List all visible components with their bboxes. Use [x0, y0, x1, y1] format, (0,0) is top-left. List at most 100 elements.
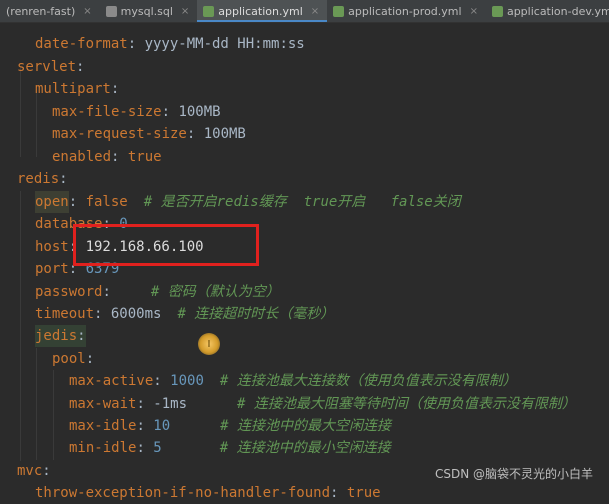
yaml-value: 5 [153, 440, 162, 456]
yaml-key: date-format [35, 36, 128, 52]
yaml-sep: : [110, 81, 120, 97]
yaml-value: true [346, 485, 381, 501]
yaml-comment: # 连接池最大连接数（使用负值表示没有限制） [219, 373, 517, 389]
yaml-key: min-idle [69, 440, 137, 456]
yaml-sep: : [76, 59, 85, 75]
yaml-key: password [35, 284, 103, 300]
code-line: redis: [17, 168, 68, 190]
yaml-sep: : [102, 284, 111, 300]
indent-guide [36, 348, 37, 460]
yaml-key: mvc [17, 463, 43, 479]
code-line: open: false # 是否开启redis缓存 true开启 false关闭 [35, 191, 461, 214]
tab-label: (renren-fast) [6, 4, 76, 18]
yaml-sep: : [111, 149, 128, 165]
yaml-key: max-wait [69, 396, 137, 412]
code-line: throw-exception-if-no-handler-found: tru… [35, 482, 381, 504]
watermark: CSDN @脑袋不灵光的小白羊 [434, 467, 593, 481]
yaml-value: true [127, 149, 162, 165]
tab-mysql-sql[interactable]: mysql.sql × [100, 0, 198, 22]
yaml-sep: : [136, 418, 154, 434]
yaml-comment: # 连接池中的最大空闲连接 [220, 418, 392, 434]
tab-label: mysql.sql [120, 4, 173, 18]
indent-guide [20, 191, 21, 461]
code-line: pool: [52, 348, 94, 370]
yaml-sep: : [153, 373, 171, 389]
close-icon[interactable]: × [181, 6, 189, 17]
indent-guide [20, 67, 21, 157]
mouse-cursor-icon: I [198, 333, 220, 355]
yaml-sep: : [136, 440, 154, 456]
indent-guide [53, 370, 54, 460]
yaml-sep: : [127, 36, 145, 52]
tab-renren-fast[interactable]: (renren-fast) × [0, 0, 100, 22]
yaml-file-icon [491, 5, 503, 17]
yaml-comment: # 连接池最大阻塞等待时间（使用负值表示没有限制） [237, 396, 576, 412]
code-line: servlet: [17, 56, 84, 78]
yaml-key: open [35, 191, 69, 214]
yaml-file-icon [203, 5, 215, 17]
yaml-key: throw-exception-if-no-handler-found [35, 485, 331, 501]
yaml-comment: # 密码（默认为空） [150, 284, 280, 300]
yaml-key: timeout [35, 306, 95, 322]
yaml-value: 10 [153, 418, 171, 434]
yaml-key: enabled [52, 149, 112, 165]
code-line: multipart: [35, 78, 119, 100]
yaml-key: servlet [17, 59, 77, 75]
code-line: jedis: [35, 325, 86, 348]
code-line: date-format: yyyy-MM-dd HH:mm:ss [35, 33, 305, 55]
yaml-value: 6000ms [110, 306, 162, 322]
yaml-sep: : [42, 463, 51, 479]
tab-label: application-prod.yml [348, 4, 462, 18]
code-line: max-file-size: 100MB [52, 101, 221, 123]
yaml-key: jedis [35, 325, 78, 348]
tab-label: application-dev.yml [506, 4, 609, 18]
highlight-annotation-box [73, 224, 259, 266]
yaml-sep: : [77, 325, 86, 348]
yaml-key: max-idle [69, 418, 137, 434]
close-icon[interactable]: × [470, 6, 478, 17]
tab-label: application.yml [218, 4, 303, 18]
yaml-comment: # 是否开启redis缓存 true开启 false关闭 [143, 194, 461, 210]
yaml-value: yyyy-MM-dd HH:mm:ss [144, 36, 305, 52]
code-line: password: # 密码（默认为空） [35, 281, 280, 303]
yaml-key: host [35, 239, 69, 255]
yaml-key: pool [52, 351, 86, 367]
yaml-key: multipart [35, 81, 111, 97]
yaml-sep: : [59, 171, 68, 187]
yaml-comment: # 连接池中的最小空闲连接 [219, 440, 391, 456]
text-cursor-glyph: I [207, 338, 211, 350]
yaml-sep: : [136, 396, 154, 412]
code-line: max-idle: 10 # 连接池中的最大空闲连接 [69, 415, 391, 437]
yaml-sep: : [186, 126, 204, 142]
yaml-sep: : [330, 485, 347, 501]
yaml-sep: : [94, 306, 111, 322]
yaml-sep: : [85, 351, 95, 367]
tab-application-prod-yml[interactable]: application-prod.yml × [327, 0, 486, 22]
code-line: min-idle: 5 # 连接池中的最小空闲连接 [69, 437, 391, 459]
close-icon[interactable]: × [311, 6, 319, 17]
tab-application-yml[interactable]: application.yml × [197, 0, 328, 22]
code-line: mvc: [17, 460, 51, 482]
close-icon[interactable]: × [83, 6, 91, 17]
code-line: max-active: 1000 # 连接池最大连接数（使用负值表示没有限制） [69, 370, 517, 392]
code-line: max-request-size: 100MB [52, 123, 246, 145]
tab-application-dev-yml[interactable]: application-dev.yml × [486, 0, 609, 22]
yaml-comment: # 连接超时时长（毫秒） [177, 306, 335, 322]
code-line: timeout: 6000ms # 连接超时时长（毫秒） [35, 303, 334, 325]
yaml-value: 100MB [203, 126, 246, 142]
yaml-key: port [35, 261, 69, 277]
yaml-value: 100MB [178, 104, 221, 120]
yaml-file-icon [333, 5, 345, 17]
yaml-sep: : [161, 104, 179, 120]
yaml-value: false [85, 194, 128, 210]
sql-file-icon [105, 5, 117, 17]
editor-tab-bar: (renren-fast) × mysql.sql × application.… [0, 0, 609, 23]
yaml-key: max-file-size [52, 104, 162, 120]
yaml-sep: : [68, 194, 86, 210]
yaml-key: redis [17, 171, 60, 187]
yaml-value: 1000 [170, 373, 204, 389]
code-line: max-wait: -1ms # 连接池最大阻塞等待时间（使用负值表示没有限制） [69, 393, 576, 415]
yaml-value: -1ms [153, 396, 188, 412]
yaml-key: max-active [69, 373, 154, 389]
yaml-key: max-request-size [52, 126, 187, 142]
